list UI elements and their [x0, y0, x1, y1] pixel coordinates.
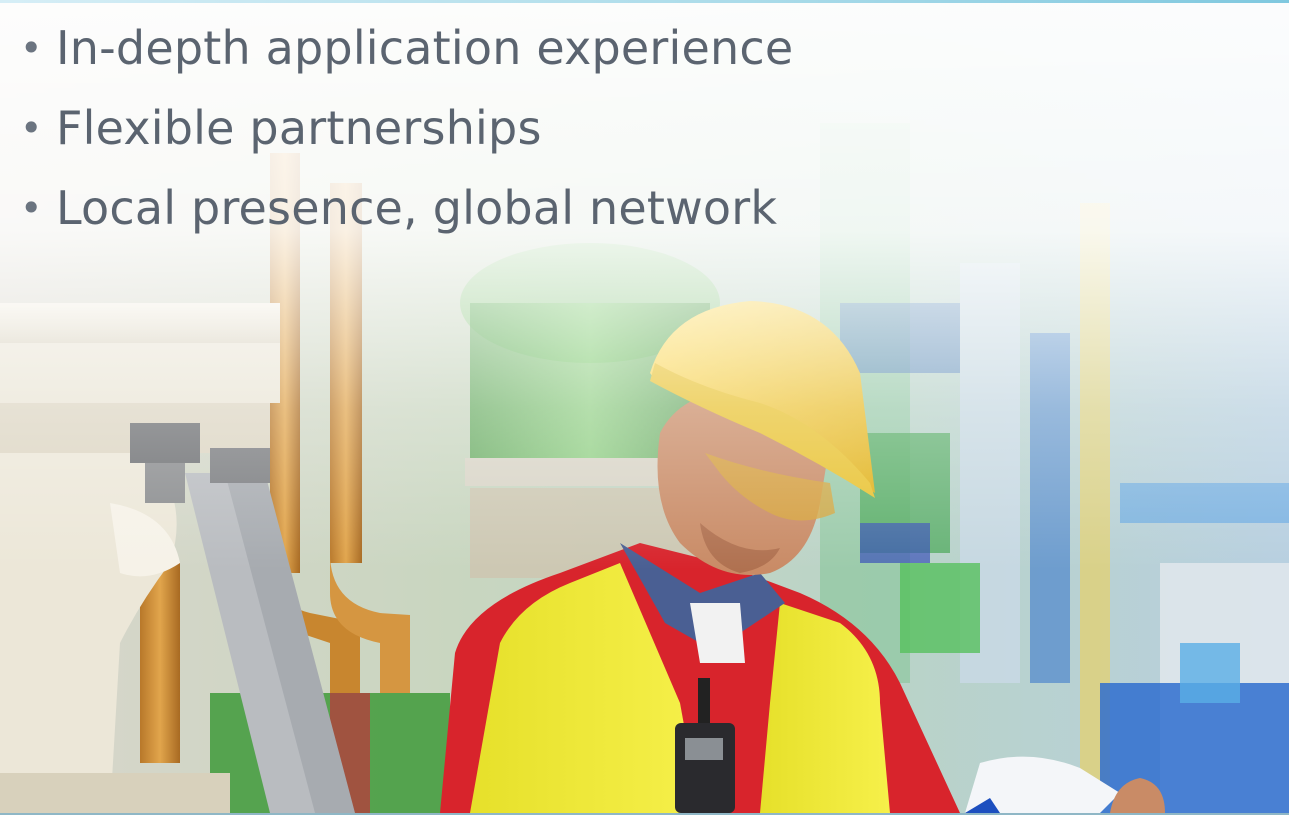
bullet-item: • In-depth application experience — [20, 18, 793, 98]
bullet-item: • Flexible partnerships — [20, 98, 793, 178]
bullet-list: • In-depth application experience • Flex… — [20, 18, 793, 258]
bullet-text: Flexible partnerships — [56, 101, 542, 155]
slide: • In-depth application experience • Flex… — [0, 0, 1289, 815]
bullet-item: • Local presence, global network — [20, 178, 793, 258]
bullet-text: In-depth application experience — [56, 21, 794, 75]
bullet-dot: • — [20, 26, 43, 70]
bullet-dot: • — [20, 106, 43, 150]
bullet-text: Local presence, global network — [56, 181, 778, 235]
bullet-dot: • — [20, 186, 43, 230]
